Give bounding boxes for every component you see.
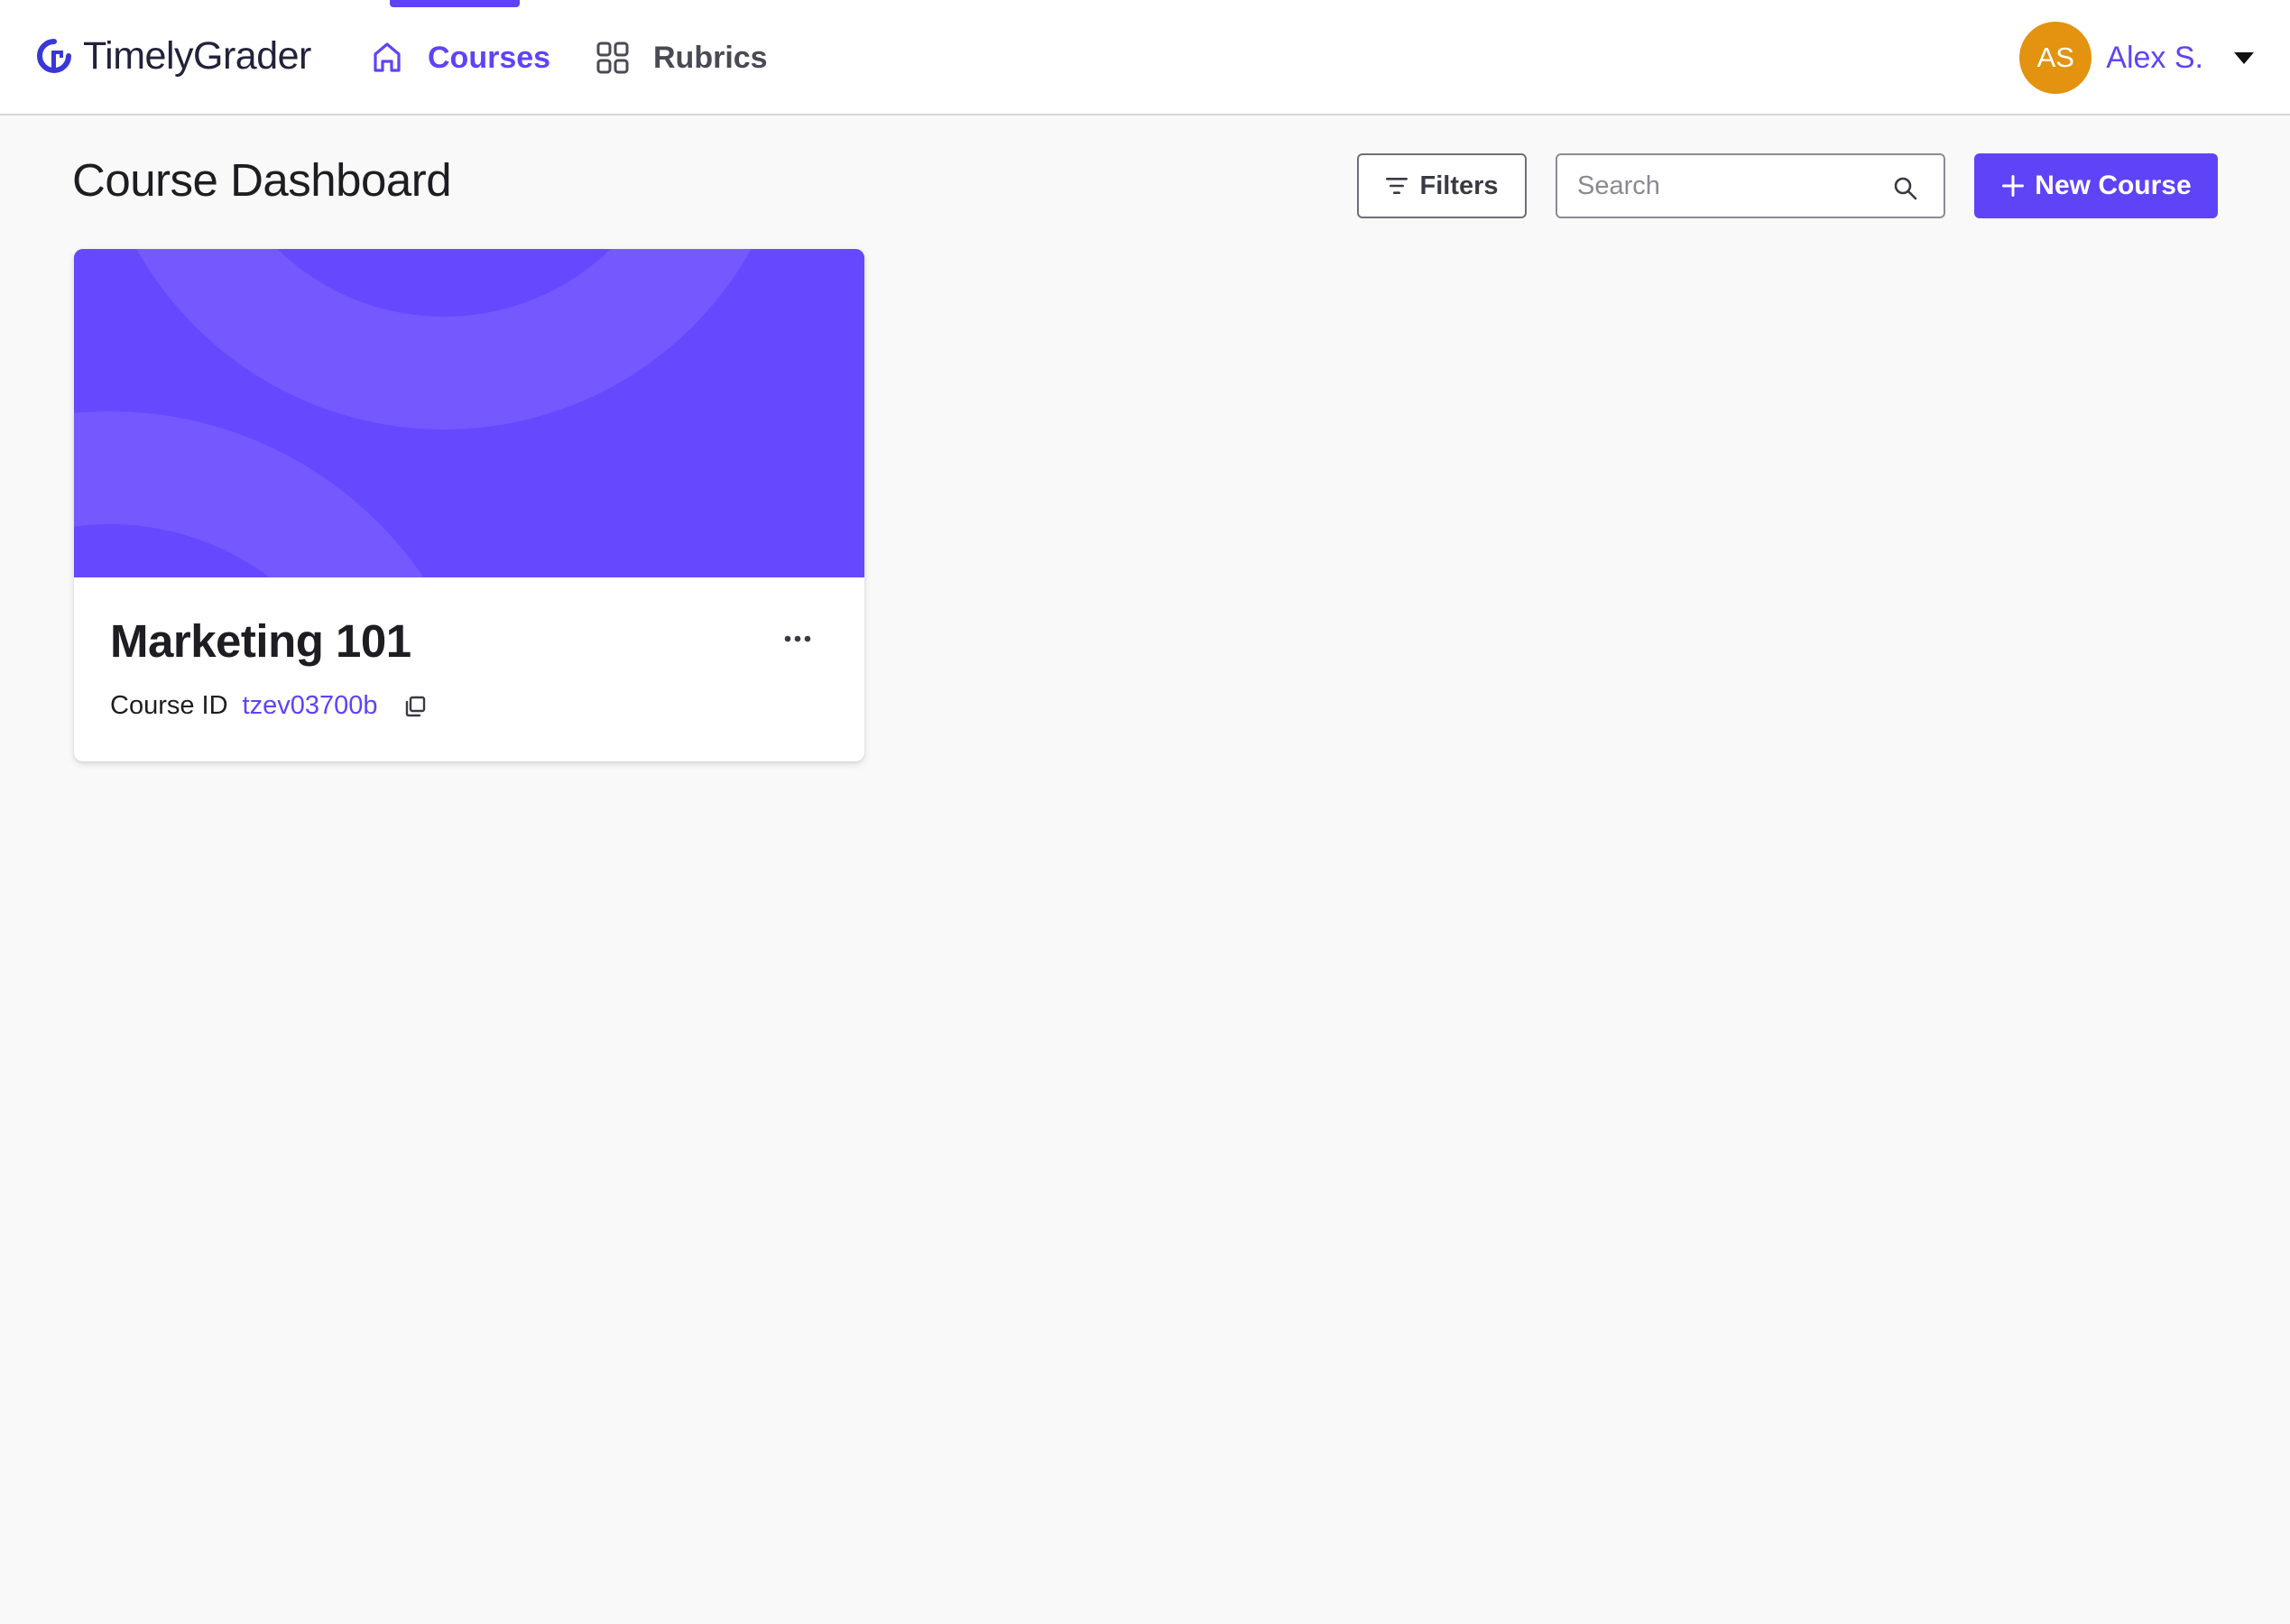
search-box [1556, 153, 1945, 218]
new-course-button[interactable]: New Course [1974, 153, 2218, 218]
page-title: Course Dashboard [72, 154, 452, 206]
nav-tab-label: Courses [428, 40, 551, 75]
nav-tab-rubrics[interactable]: Rubrics [596, 0, 768, 115]
new-course-button-label: New Course [2035, 171, 2192, 200]
course-card[interactable]: Marketing 101 Course ID tzev03700b [74, 249, 864, 761]
user-name: Alex S. [2106, 40, 2203, 75]
course-id-label: Course ID [110, 691, 228, 720]
more-horizontal-icon [784, 635, 811, 642]
more-options-button[interactable] [780, 621, 816, 657]
top-navigation-bar: TimelyGrader Courses Rubrics AS Alex S. [0, 0, 2290, 115]
filters-button-label: Filters [1419, 171, 1499, 200]
search-icon[interactable] [1893, 176, 1918, 201]
course-name: Marketing 101 [110, 615, 411, 667]
grid-icon [596, 42, 629, 74]
course-id-row: Course ID tzev03700b [110, 691, 427, 721]
filters-button[interactable]: Filters [1357, 153, 1527, 218]
course-card-banner [74, 249, 864, 577]
filter-icon [1386, 178, 1408, 194]
home-icon [374, 42, 401, 72]
plus-icon [2002, 175, 2025, 197]
nav-tab-label: Rubrics [653, 40, 768, 75]
copy-icon[interactable] [403, 695, 427, 718]
search-input[interactable] [1557, 155, 1944, 217]
course-id-value[interactable]: tzev03700b [243, 691, 378, 721]
brand-logo-link[interactable]: TimelyGrader [34, 31, 311, 81]
user-menu[interactable]: AS Alex S. [2019, 0, 2254, 115]
timelygrader-logo-icon [37, 39, 71, 73]
caret-down-icon [2234, 51, 2254, 64]
nav-tab-courses[interactable]: Courses [370, 0, 550, 115]
brand-name: TimelyGrader [83, 33, 311, 78]
avatar: AS [2019, 22, 2092, 94]
